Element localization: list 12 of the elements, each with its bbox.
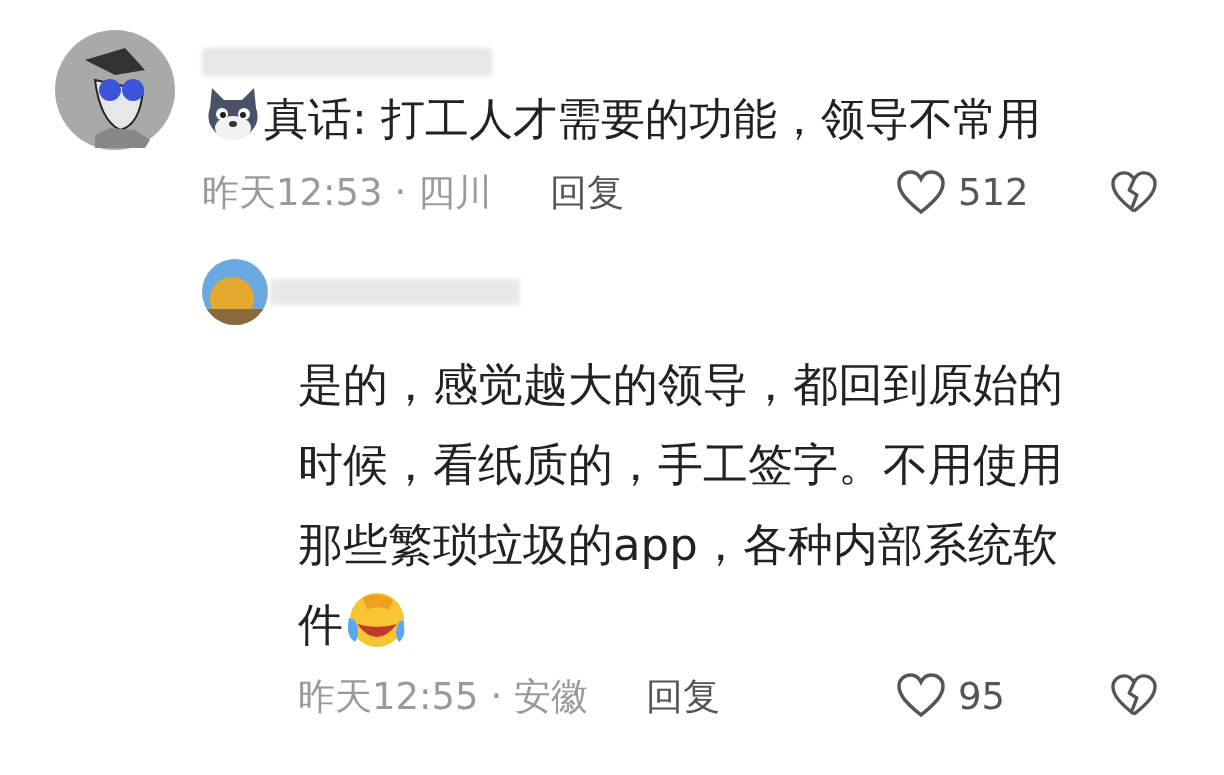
like-count: 95 (958, 673, 1007, 720)
comment-text: 是的，感觉越大的领导，都回到原始的时候，看纸质的，手工签字。不用使用那些繁琐垃圾的app，各种内部系统软件 (298, 356, 1064, 653)
timestamp-location: 昨天12:55 · 安徽 (298, 673, 588, 720)
like-count: 512 (958, 170, 1030, 216)
reply-button[interactable]: 回复 (549, 165, 624, 221)
comment-text: 真话: 打工人才需要的功能，领导不常用 (202, 86, 1158, 147)
broken-heart-icon[interactable] (1110, 170, 1158, 215)
heart-icon[interactable] (896, 169, 946, 216)
avatar-icon[interactable] (55, 30, 175, 150)
timestamp-location: 昨天12:53 · 四川 (202, 170, 492, 216)
reply-button[interactable]: 回复 (645, 668, 720, 724)
heart-icon[interactable] (896, 673, 946, 720)
